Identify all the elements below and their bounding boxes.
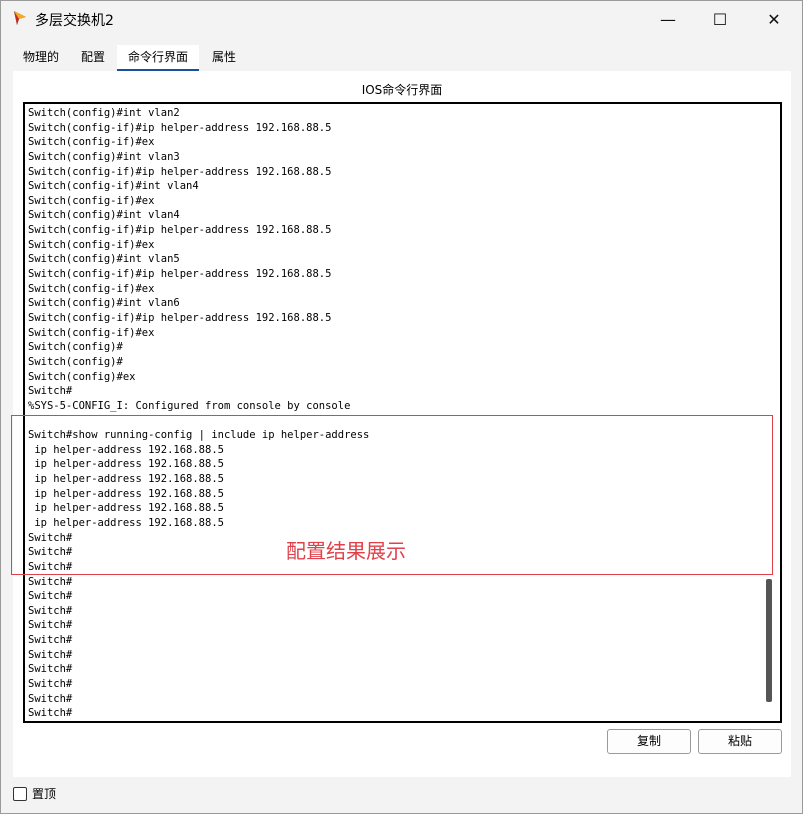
terminal-line: %SYS-5-CONFIG_I: Configured from console… — [28, 399, 351, 412]
terminal-line: Switch(config)#ex — [28, 370, 136, 383]
copy-button[interactable]: 复制 — [607, 729, 691, 754]
terminal-line: Switch(config-if)#ip helper-address 192.… — [28, 165, 332, 178]
packet-tracer-app-icon — [14, 11, 26, 25]
terminal-line: Switch# — [28, 677, 73, 690]
terminal-line: Switch# — [28, 385, 73, 398]
maximize-button[interactable]: ☐ — [695, 1, 745, 37]
terminal-line: Switch(config-if)#ex — [28, 136, 155, 149]
terminal-line: Switch(config)#int vlan2 — [28, 107, 180, 119]
pin-on-top[interactable]: 置顶 — [13, 785, 56, 802]
terminal-line: Switch(config)#int vlan4 — [28, 209, 180, 222]
terminal-line: Switch(config-if)#ip helper-address 192.… — [28, 224, 332, 237]
paste-button[interactable]: 粘贴 — [698, 729, 782, 754]
terminal-line: Switch# — [28, 707, 73, 720]
terminal-line: Switch(config)# — [28, 355, 123, 368]
terminal-line: Switch(config)# — [28, 341, 123, 354]
terminal-scrollbar[interactable] — [766, 579, 772, 702]
tab-config[interactable]: 配置 — [75, 45, 111, 69]
close-button[interactable]: ✕ — [749, 1, 799, 37]
pin-label: 置顶 — [32, 787, 57, 801]
terminal-line: Switch(config-if)#ex — [28, 282, 155, 295]
terminal-line: Switch(config-if)#ex — [28, 238, 155, 251]
result-annotation: 配置结果展示 — [286, 539, 406, 563]
terminal-line: Switch# — [28, 619, 73, 632]
terminal-line: Switch(config)#int vlan3 — [28, 150, 180, 163]
terminal-line: Switch# — [28, 634, 73, 647]
terminal-line: Switch(config-if)#ex — [28, 194, 155, 207]
terminal-line: Switch# — [28, 575, 73, 588]
device-window: 多层交换机2 — ☐ ✕ 物理的 配置 命令行界面 属性 IOS命令行界面 Sw… — [0, 0, 803, 814]
window-title: 多层交换机2 — [35, 13, 114, 29]
terminal-line: Switch(config-if)#ip helper-address 192.… — [28, 268, 332, 281]
terminal-line: Switch(config)#int vlan6 — [28, 297, 180, 310]
minimize-button[interactable]: — — [643, 1, 693, 37]
terminal-output: Switch(config)#int vlan2 Switch(config-if… — [28, 106, 369, 721]
terminal-line: Switch# — [28, 590, 73, 603]
tab-physical[interactable]: 物理的 — [13, 45, 69, 69]
terminal-line: Switch# — [28, 648, 73, 661]
terminal-line: Switch# — [28, 663, 73, 676]
terminal-line: Switch(config)#int vlan5 — [28, 253, 180, 266]
terminal-line: Switch# — [28, 604, 73, 617]
panel-title: IOS命令行界面 — [361, 83, 443, 97]
title-bar[interactable]: 多层交换机2 — ☐ ✕ — [1, 1, 802, 37]
pin-checkbox[interactable] — [13, 786, 27, 801]
terminal-line: Switch# — [28, 692, 73, 705]
tab-attributes[interactable]: 属性 — [203, 45, 245, 69]
terminal-line: Switch(config-if)#int vlan4 — [28, 180, 199, 193]
tab-cli[interactable]: 命令行界面 — [117, 45, 199, 72]
terminal-console[interactable]: Switch(config)#int vlan2 Switch(config-if… — [23, 102, 782, 723]
terminal-line: Switch(config-if)#ip helper-address 192.… — [28, 121, 332, 134]
terminal-line: Switch(config-if)#ip helper-address 192.… — [28, 311, 332, 324]
tab-strip: 物理的 配置 命令行界面 属性 — [13, 45, 791, 72]
terminal-line: Switch(config-if)#ex — [28, 326, 155, 339]
